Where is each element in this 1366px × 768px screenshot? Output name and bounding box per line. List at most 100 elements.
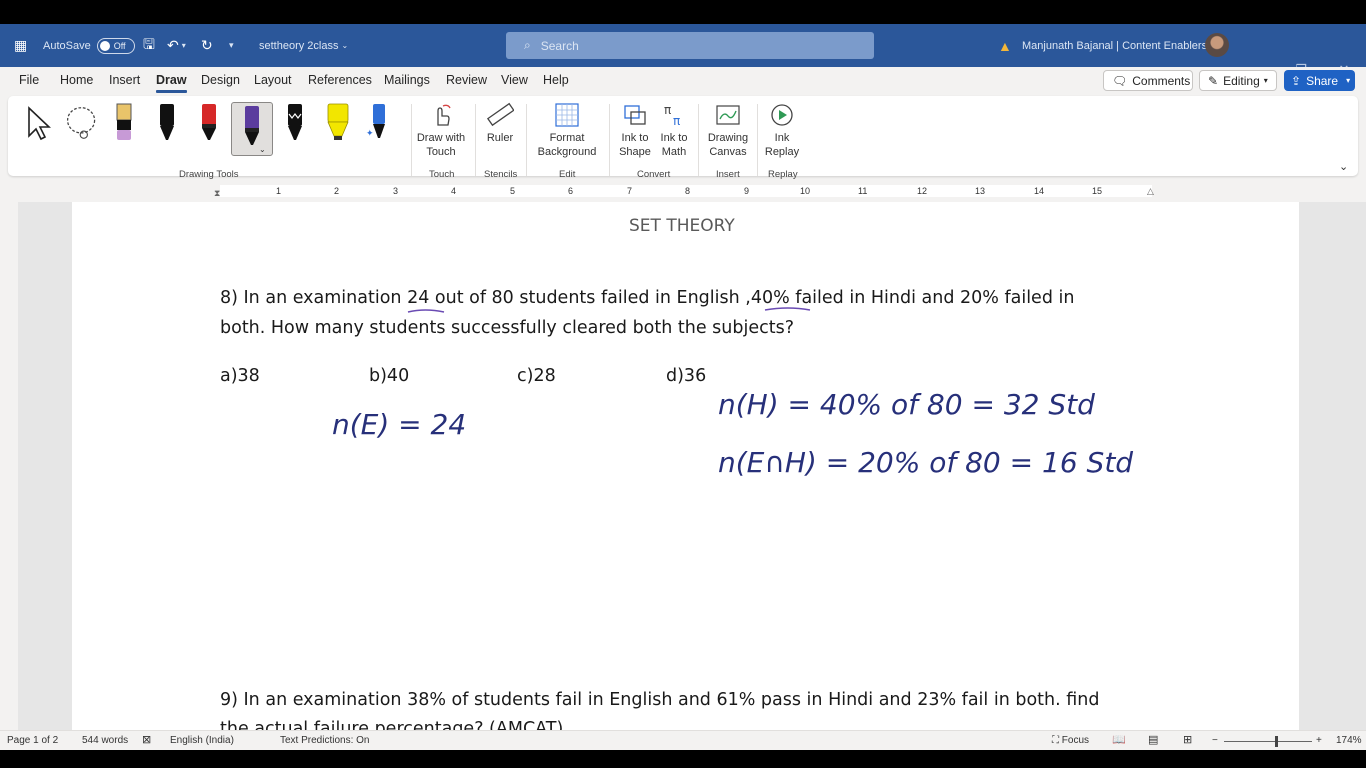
share-button[interactable]: ⇪ Share ▾ [1284,70,1355,91]
web-layout-icon[interactable]: ⊞ [1183,733,1192,746]
word-app-icon[interactable]: ▦ [14,24,27,67]
focus-label: Focus [1061,735,1090,746]
toggle-knob [99,40,110,51]
word-count[interactable]: 544 words [82,735,128,746]
ink-to-shape-label: Ink to Shape [619,132,651,158]
question-9-line-1: 9) In an examination 38% of students fai… [220,690,1100,710]
search-input[interactable]: ⌕ Search [506,32,874,59]
tab-review[interactable]: Review [446,73,487,87]
ink-n-e-and-h[interactable]: n(E∩H) = 20% of 80 = 16 Std [718,446,1133,479]
tab-design[interactable]: Design [201,73,240,87]
pen-blue-sparkle-icon[interactable]: ✦ [361,102,397,150]
ribbon-separator [609,104,610,176]
tab-view[interactable]: View [501,73,528,87]
screen-border-bottom [0,750,1366,768]
ruler-button[interactable]: Ruler [480,102,520,145]
convert-group-label: Convert [637,169,671,180]
edit-group-label: Edit [559,169,576,180]
zoom-slider-thumb[interactable] [1275,736,1278,747]
ruler-number: 6 [568,186,574,196]
highlighter-yellow-icon[interactable] [320,102,356,150]
zoom-out-icon[interactable]: − [1212,735,1218,746]
search-icon: ⌕ [524,38,531,52]
editing-button[interactable]: ✎ Editing ▾ [1199,70,1277,91]
tab-references[interactable]: References [308,73,372,87]
horizontal-ruler[interactable]: 1 2 3 4 5 6 7 8 9 10 11 12 13 14 15 ⧗ △ [0,182,1366,202]
touch-group-label: Touch [429,169,455,180]
pen-black-icon[interactable] [149,102,185,150]
ribbon-collapse-icon[interactable]: ⌄ [1339,160,1348,173]
ruler-number: 8 [685,186,691,196]
chevron-down-icon: ▾ [1263,76,1268,85]
page-count[interactable]: Page 1 of 2 [7,735,58,746]
proofing-icon[interactable]: ⊠ [142,733,151,746]
vertical-ruler[interactable] [0,202,18,730]
format-background-button[interactable]: Format Background [530,102,604,159]
draw-with-touch-label: Draw with Touch [416,132,466,158]
ink-n-e[interactable]: n(E) = 24 [332,408,466,441]
pen-purple-icon[interactable]: ⌄ [231,102,273,156]
tab-insert[interactable]: Insert [109,73,140,87]
pen-galaxy-icon[interactable] [277,102,313,150]
save-icon[interactable]: 🖫 [143,24,155,67]
warning-icon[interactable]: ▲ [998,24,1012,67]
insert-group-label: Insert [716,169,740,180]
undo-icon[interactable]: ↶ ▾ [167,24,186,67]
ruler-number: 4 [451,186,457,196]
ink-n-h[interactable]: n(H) = 40% of 80 = 32 Std [718,388,1095,421]
autosave-toggle[interactable]: Off [96,37,135,54]
drawing-canvas-icon [703,102,753,128]
pencil-tool-icon[interactable] [106,102,142,150]
comments-button[interactable]: 🗨 Comments [1103,70,1193,91]
ruler-number: 10 [800,186,811,196]
svg-text:π: π [673,114,680,128]
user-name[interactable]: Manjunath Bajanal | Content Enablers [1022,24,1207,67]
pencil-icon: ✎ [1208,73,1219,88]
ink-replay-button[interactable]: Ink Replay [760,102,804,159]
text-predictions-status[interactable]: Text Predictions: On [280,735,369,746]
ribbon-separator [698,104,699,176]
touch-hand-icon [412,102,470,128]
draw-with-touch-button[interactable]: Draw with Touch [412,102,470,159]
tab-layout[interactable]: Layout [254,73,292,87]
print-layout-icon[interactable]: ▤ [1148,733,1158,746]
document-name[interactable]: settheory 2class ⌄ [259,24,348,67]
tab-mailings[interactable]: Mailings [384,73,430,87]
ink-to-math-label: Ink to Math [660,132,688,158]
ink-replay-label: Ink Replay [764,132,800,158]
read-mode-icon[interactable]: 📖 [1112,733,1126,746]
ruler-number: 5 [510,186,516,196]
ruler-number: 1 [276,186,282,196]
ribbon: ⌄ ✦ Drawing Tools Draw with Touch Touch … [0,94,1366,182]
autosave[interactable]: AutoSave Off [43,24,135,67]
pen-red-icon[interactable] [191,102,227,150]
svg-text:π: π [664,103,671,117]
document-name-label: settheory 2class [259,39,339,52]
right-indent-marker-icon[interactable]: △ [1147,186,1154,197]
ink-to-math-button[interactable]: ππ Ink to Math [656,102,692,159]
ruler-label: Ruler [486,132,514,144]
language-status[interactable]: English (India) [170,735,234,746]
zoom-slider-track[interactable] [1224,741,1312,742]
ruler-number: 12 [917,186,928,196]
document-area: SET THEORY 8) In an examination 24 out o… [0,202,1366,730]
customize-qat-icon[interactable]: ▾ [229,24,234,67]
avatar[interactable] [1205,33,1229,57]
tab-file[interactable]: File [19,73,39,87]
format-background-icon [530,102,604,128]
tab-help[interactable]: Help [543,73,569,87]
zoom-level[interactable]: 174% [1336,735,1362,746]
screen-border-top [0,0,1366,24]
left-indent-marker-icon[interactable]: ⧗ [214,188,220,199]
select-objects-icon[interactable] [20,102,56,150]
tab-draw[interactable]: Draw [156,73,187,93]
tab-home[interactable]: Home [60,73,93,87]
comments-label: Comments [1132,73,1191,88]
zoom-in-icon[interactable]: + [1316,735,1322,746]
share-icon: ⇪ [1291,73,1302,88]
redo-icon[interactable]: ↻ [201,24,213,67]
focus-button[interactable]: ⛶ Focus [1052,735,1089,746]
ink-to-shape-button[interactable]: Ink to Shape [617,102,653,159]
drawing-canvas-button[interactable]: Drawing Canvas [703,102,753,159]
lasso-select-icon[interactable] [64,102,100,150]
